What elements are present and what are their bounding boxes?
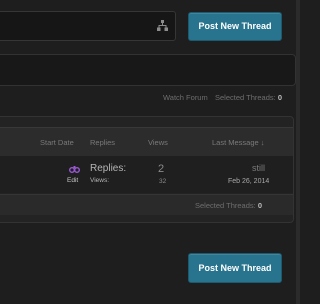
thread-list-footer: Selected Threads: 0 <box>0 194 293 215</box>
thread-row[interactable]: Edit Replies: Views: 2 32 still Feb 26, … <box>0 156 293 193</box>
filter-bar <box>0 54 296 86</box>
column-views[interactable]: Views <box>148 138 168 147</box>
watch-forum-link[interactable]: Watch Forum <box>163 93 208 102</box>
post-new-thread-button-bottom[interactable]: Post New Thread <box>188 253 282 283</box>
thread-list-header: Start Date Replies Views Last Message ↓ <box>0 127 293 157</box>
view-count: 32 <box>159 178 167 185</box>
selected-threads-top[interactable]: Selected Threads: 0 <box>215 93 282 102</box>
thread-list: Start Date Replies Views Last Message ↓ … <box>0 116 294 223</box>
last-message-user[interactable]: still <box>252 163 265 173</box>
last-message-date[interactable]: Feb 26, 2014 <box>228 178 269 185</box>
sitemap-icon[interactable] <box>157 20 168 31</box>
column-replies[interactable]: Replies <box>90 138 115 147</box>
selected-threads-footer-count: 0 <box>257 201 262 210</box>
selected-threads-footer-label: Selected Threads: <box>195 201 256 210</box>
post-new-thread-button[interactable]: Post New Thread <box>188 12 282 41</box>
selected-threads-label: Selected Threads: <box>215 93 276 102</box>
selected-threads-count: 0 <box>277 93 282 102</box>
selected-threads-footer[interactable]: Selected Threads: 0 <box>195 201 262 210</box>
replies-label: Replies: <box>90 163 127 174</box>
column-last-message[interactable]: Last Message ↓ <box>212 138 265 147</box>
edit-link[interactable]: Edit <box>67 177 78 184</box>
forum-search-field[interactable] <box>0 11 176 41</box>
column-start-date[interactable]: Start Date <box>40 138 74 147</box>
reply-count: 2 <box>158 163 165 175</box>
moderate-icon[interactable] <box>69 165 80 173</box>
views-label: Views: <box>90 177 110 184</box>
scrollbar[interactable] <box>296 0 300 304</box>
